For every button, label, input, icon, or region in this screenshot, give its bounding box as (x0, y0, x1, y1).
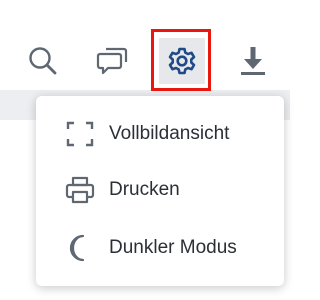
menu-item-label: Drucken (109, 179, 180, 200)
fullscreen-icon (62, 118, 98, 150)
download-button[interactable] (230, 38, 276, 84)
comments-button[interactable] (90, 38, 136, 84)
comments-icon (96, 47, 128, 75)
search-button[interactable] (20, 38, 66, 84)
menu-item-label: Dunkler Modus (109, 237, 237, 258)
menu-item-print[interactable]: Drucken (36, 162, 284, 218)
settings-button[interactable] (159, 38, 205, 84)
gear-icon (168, 47, 196, 75)
settings-menu: Vollbildansicht Drucken Dunkler Modus (36, 96, 284, 286)
search-icon (29, 47, 57, 75)
moon-icon (62, 232, 98, 264)
printer-icon (62, 174, 98, 206)
menu-item-label: Vollbildansicht (109, 123, 230, 144)
menu-item-fullscreen[interactable]: Vollbildansicht (36, 106, 284, 162)
download-icon (241, 47, 265, 75)
menu-item-dark-mode[interactable]: Dunkler Modus (36, 220, 284, 276)
toolbar (0, 0, 290, 90)
